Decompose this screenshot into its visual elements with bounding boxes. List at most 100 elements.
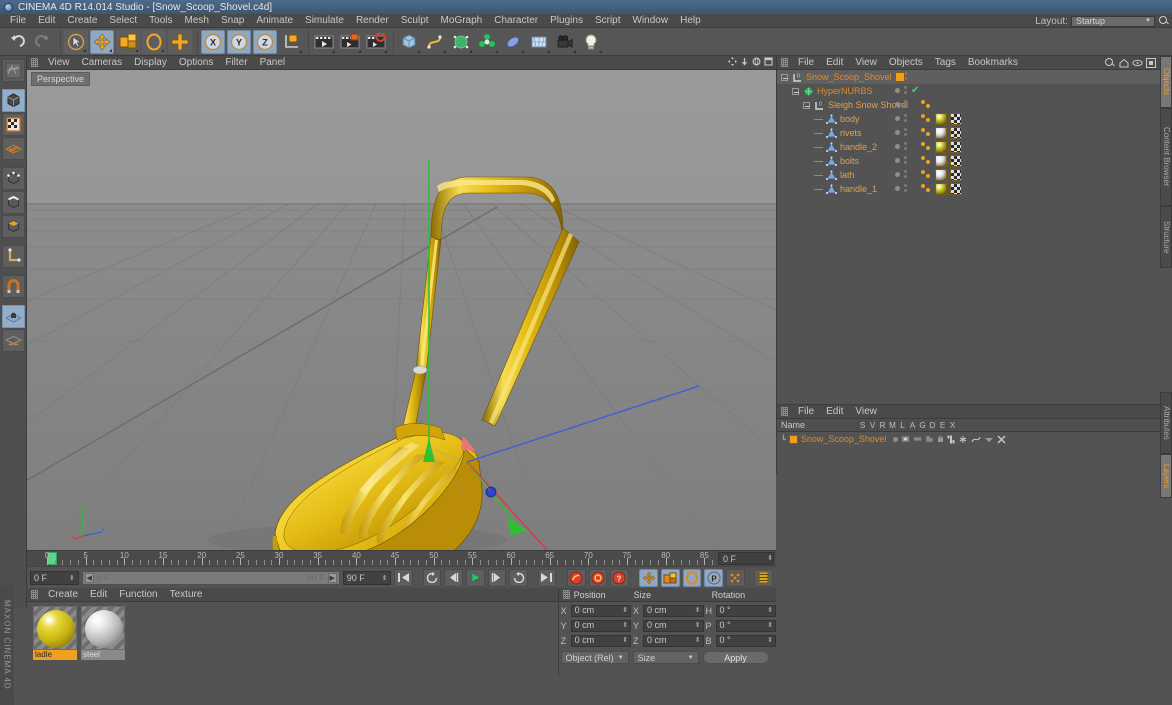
step-back-frame-button[interactable]	[444, 568, 463, 587]
maximize-icon[interactable]	[764, 57, 773, 66]
material-item[interactable]: ladle	[33, 606, 77, 660]
object-visibility-dots[interactable]	[895, 184, 907, 192]
home-icon[interactable]	[1119, 58, 1129, 68]
menu-item-file[interactable]: File	[4, 14, 32, 28]
layer-lock-icon[interactable]	[937, 435, 944, 443]
redo-button[interactable]	[31, 30, 55, 54]
layer-column-r[interactable]: R	[877, 420, 887, 430]
objmgr-menu-view[interactable]: View	[849, 57, 883, 68]
texture-mode[interactable]	[1, 113, 25, 136]
object-visibility-dots[interactable]	[895, 114, 907, 122]
material-name[interactable]: ladle	[33, 650, 77, 660]
layer-deformer-icon[interactable]	[971, 435, 981, 444]
layer-column-a[interactable]: A	[907, 420, 917, 430]
tab-content-browser[interactable]: Content Browser	[1160, 108, 1172, 206]
panel-grip-icon[interactable]	[781, 407, 788, 416]
size-x-field[interactable]: 0 cm ⬍	[643, 604, 704, 617]
panel-icon[interactable]	[1146, 58, 1156, 68]
uvw-tag[interactable]	[950, 183, 962, 195]
undo-button[interactable]	[5, 30, 29, 54]
timeline-ruler[interactable]: 051015202530354045505560657075808590 0 F…	[27, 550, 776, 566]
visibility-render-dots[interactable]	[904, 114, 907, 122]
object-tree-row[interactable]: HyperNURBS ✔	[777, 84, 1172, 98]
menu-item-window[interactable]: Window	[627, 14, 675, 28]
object-tag-dots[interactable]	[921, 184, 930, 192]
layer-column-d[interactable]: D	[927, 420, 937, 430]
rotation-p-field[interactable]: 0 ° ⬍	[715, 619, 777, 632]
object-tag-dots[interactable]	[921, 142, 930, 150]
objmgr-menu-objects[interactable]: Objects	[883, 57, 929, 68]
uvw-tag[interactable]	[950, 127, 962, 139]
visibility-render-dots[interactable]	[904, 142, 907, 150]
object-tree-row[interactable]: 0 Sleigh Snow Shovel	[777, 98, 1172, 112]
uvw-tag[interactable]	[950, 113, 962, 125]
position-x-field[interactable]: 0 cm ⬍	[570, 604, 632, 617]
lock-workplane[interactable]	[1, 305, 25, 328]
object-visibility-dots[interactable]	[895, 100, 907, 108]
visibility-render-dots[interactable]	[904, 128, 907, 136]
layermgr-menu-view[interactable]: View	[849, 406, 883, 417]
expand-collapse-icon[interactable]	[781, 73, 788, 81]
material-tag[interactable]	[935, 141, 947, 153]
lock-z-axis[interactable]: Z	[253, 29, 277, 54]
material-swatch[interactable]	[33, 606, 77, 650]
end-frame-field[interactable]: 90 F ⬍	[342, 570, 392, 585]
add-camera[interactable]	[553, 30, 577, 54]
layer-visible-icon[interactable]	[901, 435, 911, 443]
polygon-mode[interactable]	[1, 215, 25, 238]
frame-range-slider[interactable]: ◀ 0 F 90 F ▶	[81, 570, 340, 585]
layermgr-menu-file[interactable]: File	[792, 406, 820, 417]
layer-xref-icon[interactable]	[997, 435, 1006, 444]
uvw-tag[interactable]	[950, 169, 962, 181]
viewport-menu-display[interactable]: Display	[128, 57, 173, 68]
mode-selector[interactable]	[1, 59, 25, 82]
layer-render-icon[interactable]	[913, 435, 923, 443]
layer-column-s[interactable]: S	[857, 420, 867, 430]
viewport-menu-cameras[interactable]: Cameras	[76, 57, 129, 68]
step-back-keyframe-button[interactable]	[422, 568, 442, 587]
layer-manager-icon[interactable]	[925, 435, 934, 443]
menu-item-edit[interactable]: Edit	[32, 14, 61, 28]
edge-mode[interactable]	[1, 191, 25, 214]
model-mode[interactable]	[1, 89, 25, 112]
rotation-b-field[interactable]: 0 ° ⬍	[715, 634, 777, 647]
keyframe-selection-button[interactable]: ?	[610, 568, 629, 587]
object-tag-dots[interactable]	[921, 114, 930, 122]
layer-column-v[interactable]: V	[867, 420, 877, 430]
visibility-editor-dot[interactable]	[895, 115, 900, 121]
range-left-arrow-icon[interactable]: ◀	[84, 572, 94, 583]
position-z-field[interactable]: 0 cm ⬍	[570, 634, 632, 647]
search-icon[interactable]	[1158, 15, 1170, 27]
layout-dropdown[interactable]: Startup ▼	[1071, 15, 1155, 27]
tab-objects[interactable]: Objects	[1160, 56, 1172, 108]
panel-grip-icon[interactable]	[31, 58, 38, 67]
add-spline[interactable]	[423, 30, 447, 54]
record-active-objects-button[interactable]	[566, 568, 586, 587]
rotation-h-field[interactable]: 0 ° ⬍	[715, 604, 777, 617]
menu-item-animate[interactable]: Animate	[250, 14, 299, 28]
timeline-settings-button[interactable]	[754, 568, 773, 587]
visibility-render-dots[interactable]	[904, 100, 907, 108]
object-visibility-dots[interactable]	[895, 156, 907, 164]
menu-item-plugins[interactable]: Plugins	[544, 14, 589, 28]
layermgr-menu-edit[interactable]: Edit	[820, 406, 849, 417]
material-menu-texture[interactable]: Texture	[164, 589, 209, 600]
menu-item-mograph[interactable]: MoGraph	[435, 14, 489, 28]
material-name[interactable]: steel	[81, 650, 125, 660]
object-tag-dots[interactable]	[921, 156, 930, 164]
menu-item-simulate[interactable]: Simulate	[299, 14, 350, 28]
object-tag-dots[interactable]	[921, 100, 930, 108]
render-view[interactable]	[312, 30, 336, 54]
visibility-editor-dot[interactable]	[895, 143, 900, 149]
record-parameter-button[interactable]: P	[704, 568, 723, 587]
layer-column-x[interactable]: X	[947, 420, 957, 430]
uvw-tag[interactable]	[950, 155, 962, 167]
viewport-menu-filter[interactable]: Filter	[219, 57, 253, 68]
rotate-tool[interactable]	[142, 29, 166, 54]
object-name[interactable]: handle_1	[840, 184, 877, 194]
viewport-3d[interactable]: Y Z X Perspective	[27, 70, 776, 550]
object-name[interactable]: bolts	[840, 156, 859, 166]
transform-axis-gizmo[interactable]	[27, 70, 776, 550]
layer-row[interactable]: ┗ Snow_Scoop_Shovel	[777, 432, 1172, 446]
objmgr-menu-bookmarks[interactable]: Bookmarks	[962, 57, 1024, 68]
